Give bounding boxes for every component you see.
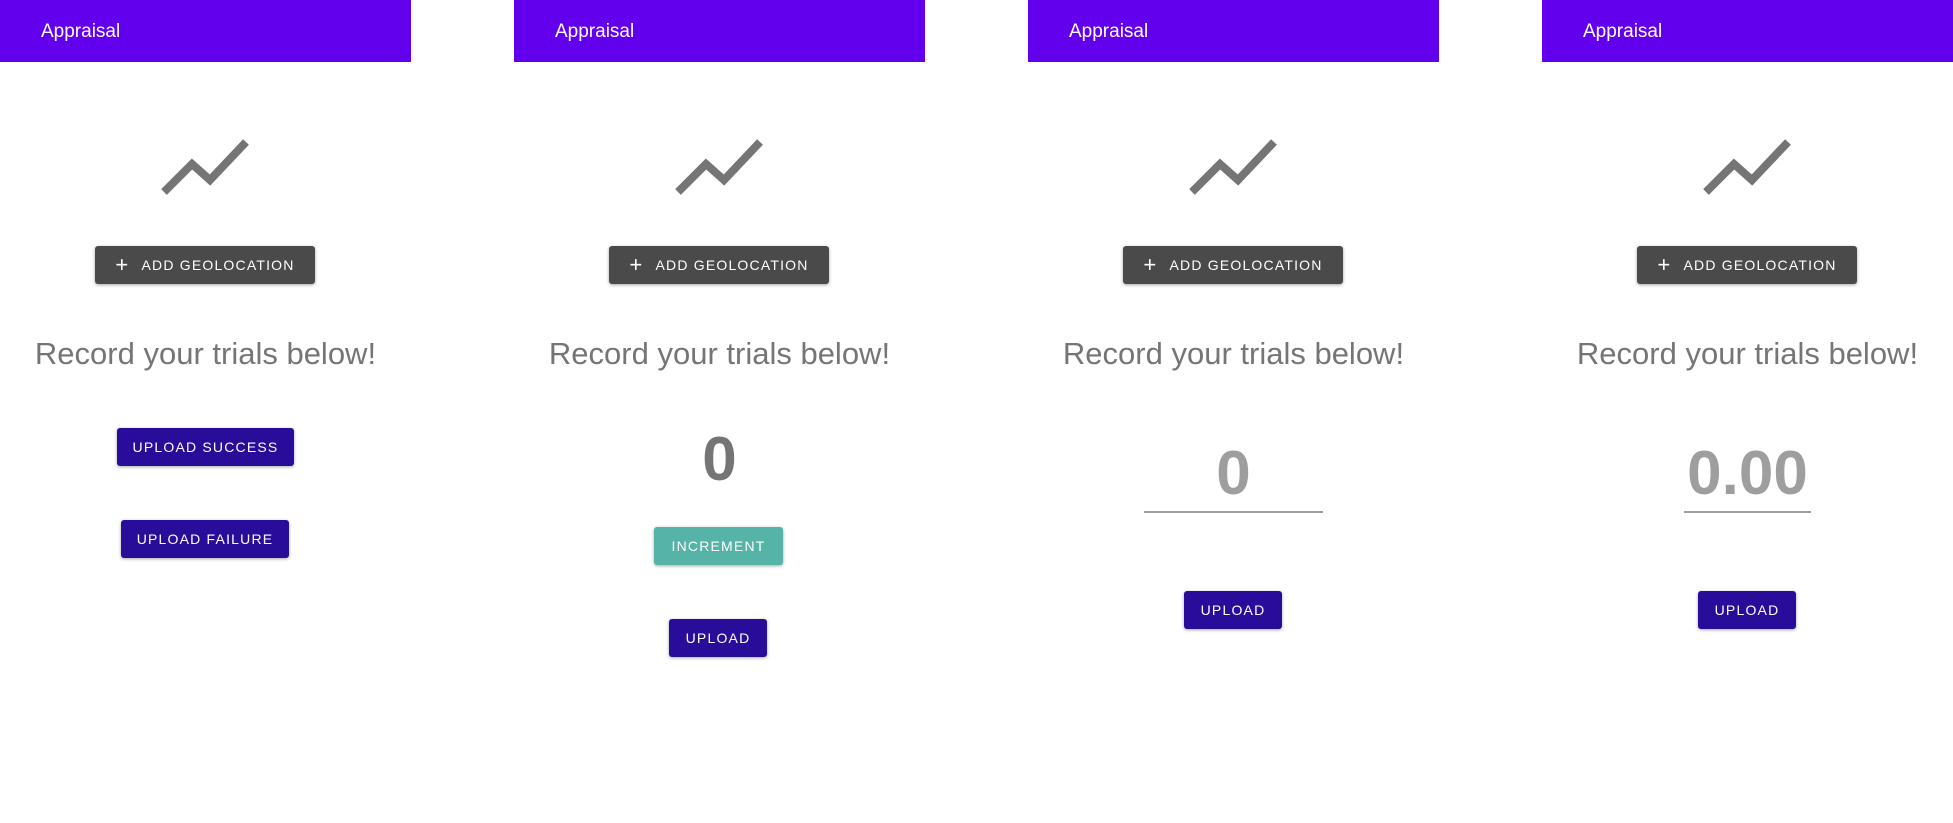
plus-icon: + [115, 252, 130, 277]
screen-binary: Appraisal + ADD GEOLOCATION Record your … [0, 0, 411, 823]
upload-label: UPLOAD [1714, 602, 1780, 618]
increment-button[interactable]: INCREMENT [654, 527, 783, 565]
add-geolocation-label: ADD GEOLOCATION [1683, 257, 1837, 273]
add-geolocation-label: ADD GEOLOCATION [1169, 257, 1323, 273]
plus-icon: + [629, 252, 644, 277]
instructions-heading: Record your trials below! [34, 336, 377, 371]
instructions-heading: Record your trials below! [548, 336, 891, 371]
screen-decimal-input: Appraisal + ADD GEOLOCATION Record your … [1542, 0, 1953, 823]
add-geolocation-button[interactable]: + ADD GEOLOCATION [1637, 246, 1857, 284]
app-bar: Appraisal [514, 0, 925, 62]
app-title: Appraisal [41, 21, 121, 42]
upload-failure-button[interactable]: UPLOAD FAILURE [121, 520, 289, 558]
trending-up-icon [675, 139, 763, 195]
trending-up-icon [1189, 139, 1277, 195]
upload-success-label: UPLOAD SUCCESS [132, 439, 279, 455]
trending-up-icon [1703, 139, 1791, 195]
count-input[interactable] [1144, 435, 1323, 513]
screen-counter: Appraisal + ADD GEOLOCATION Record your … [514, 0, 925, 823]
screen-integer-input: Appraisal + ADD GEOLOCATION Record your … [1028, 0, 1439, 823]
instructions-heading: Record your trials below! [1576, 336, 1919, 371]
upload-label: UPLOAD [1200, 602, 1266, 618]
counter-value: 0 [702, 425, 737, 494]
upload-button[interactable]: UPLOAD [1184, 591, 1282, 629]
app-title: Appraisal [1583, 21, 1663, 42]
plus-icon: + [1657, 252, 1672, 277]
add-geolocation-button[interactable]: + ADD GEOLOCATION [1123, 246, 1343, 284]
app-bar: Appraisal [0, 0, 411, 62]
upload-button[interactable]: UPLOAD [669, 619, 767, 657]
instructions-heading: Record your trials below! [1062, 336, 1405, 371]
add-geolocation-label: ADD GEOLOCATION [655, 257, 809, 273]
upload-success-button[interactable]: UPLOAD SUCCESS [117, 428, 294, 466]
add-geolocation-button[interactable]: + ADD GEOLOCATION [95, 246, 315, 284]
app-bar: Appraisal [1542, 0, 1953, 62]
plus-icon: + [1143, 252, 1158, 277]
trending-up-icon [161, 139, 249, 195]
app-title: Appraisal [1069, 21, 1149, 42]
upload-label: UPLOAD [685, 630, 751, 646]
add-geolocation-button[interactable]: + ADD GEOLOCATION [609, 246, 829, 284]
increment-label: INCREMENT [671, 538, 766, 554]
app-title: Appraisal [555, 21, 635, 42]
app-bar: Appraisal [1028, 0, 1439, 62]
upload-failure-label: UPLOAD FAILURE [136, 531, 274, 547]
measurement-input[interactable] [1684, 435, 1811, 513]
add-geolocation-label: ADD GEOLOCATION [141, 257, 295, 273]
upload-button[interactable]: UPLOAD [1698, 591, 1796, 629]
